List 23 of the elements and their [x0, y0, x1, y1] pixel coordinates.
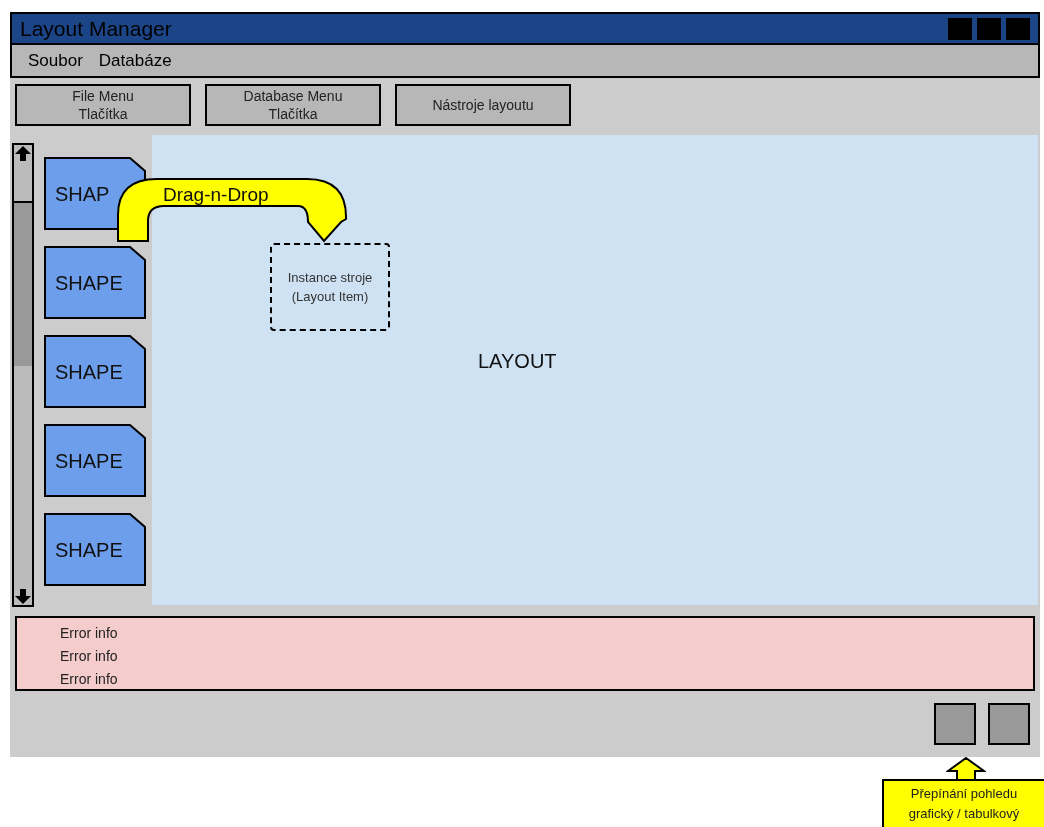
- shape-tile[interactable]: SHAPE: [44, 246, 146, 319]
- shape-tile[interactable]: SHAPE: [44, 335, 146, 408]
- toolbar-button[interactable]: File Menu Tlačítka: [15, 84, 191, 126]
- menu-item[interactable]: Databáze: [98, 47, 172, 74]
- scroll-up-arrow-icon[interactable]: [14, 145, 32, 161]
- shape-tile[interactable]: SHAPE: [44, 513, 146, 586]
- up-arrow-icon: [946, 757, 986, 781]
- layout-item[interactable]: Instance stroje (Layout Item): [270, 243, 390, 331]
- toolbar-button[interactable]: Nástroje layoutu: [395, 84, 571, 126]
- error-message: Error info: [60, 624, 119, 643]
- shape-tile[interactable]: SHAPE: [44, 424, 146, 497]
- toolbar-button[interactable]: Database Menu Tlačítka: [205, 84, 381, 126]
- arrow-label: Drag-n-Drop: [163, 183, 269, 207]
- menu-item[interactable]: Soubor: [28, 47, 83, 74]
- error-message: Error info: [60, 647, 119, 666]
- canvas-label: LAYOUT: [478, 349, 557, 374]
- view-toggle-button[interactable]: [988, 703, 1030, 745]
- scroll-down-arrow-icon[interactable]: [14, 589, 32, 605]
- window-title: Layout Manager: [20, 15, 172, 42]
- view-toggle-button[interactable]: [934, 703, 976, 745]
- scrollbar[interactable]: [12, 143, 34, 607]
- callout: Přepínání pohledu grafický / tabulkový: [882, 779, 1044, 827]
- error-message: Error info: [60, 670, 119, 689]
